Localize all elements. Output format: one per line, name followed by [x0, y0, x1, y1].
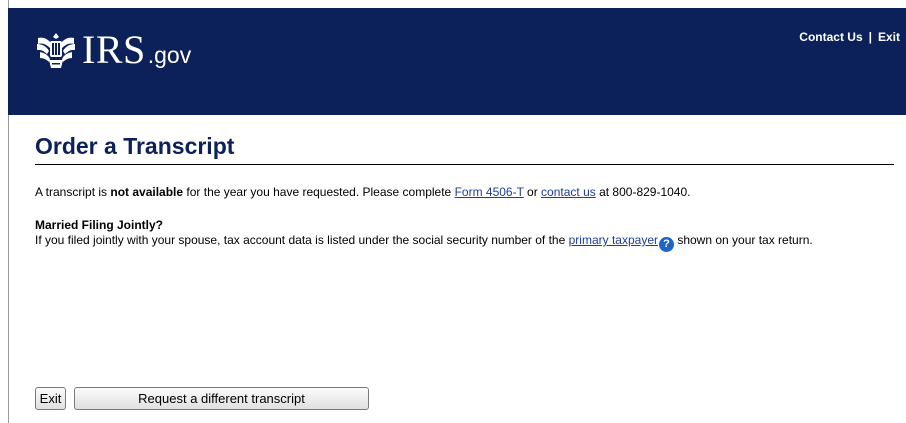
message-text-2: for the year you have requested. Please … — [183, 185, 455, 199]
irs-logo[interactable]: IRS .gov — [34, 30, 191, 70]
top-links-separator: | — [868, 30, 872, 44]
logo-irs-text: IRS — [82, 27, 146, 72]
header-bar: IRS .gov Contact Us | Exit — [8, 8, 906, 115]
married-text-after: shown on your tax return. — [674, 233, 813, 247]
form-4506t-link[interactable]: Form 4506-T — [455, 185, 524, 199]
message-text-1: A transcript is — [35, 185, 111, 199]
message-text-4: at 800-829-1040. — [595, 185, 691, 199]
primary-taxpayer-link[interactable]: primary taxpayer — [569, 233, 658, 247]
married-text-before: If you filed jointly with your spouse, t… — [35, 233, 569, 247]
button-row: Exit Request a different transcript — [35, 387, 369, 410]
married-text: If you filed jointly with your spouse, t… — [35, 233, 894, 252]
logo-gov-text: .gov — [147, 42, 192, 68]
exit-button[interactable]: Exit — [35, 387, 66, 410]
irs-eagle-icon — [37, 33, 75, 68]
request-different-transcript-button[interactable]: Request a different transcript — [74, 387, 369, 410]
contact-us-inline-link[interactable]: contact us — [541, 185, 596, 199]
message-text-3: or — [523, 185, 542, 199]
contact-us-link[interactable]: Contact Us — [799, 30, 862, 44]
exit-link[interactable]: Exit — [878, 30, 900, 44]
message-bold: not available — [110, 185, 184, 199]
page-title: Order a Transcript — [35, 124, 894, 165]
top-links: Contact Us | Exit — [799, 30, 900, 44]
married-heading: Married Filing Jointly? — [35, 218, 164, 232]
availability-message: A transcript is not available for the ye… — [35, 185, 894, 200]
main-content: Order a Transcript A transcript is not a… — [35, 124, 894, 252]
help-question-icon[interactable]: ? — [659, 237, 674, 252]
